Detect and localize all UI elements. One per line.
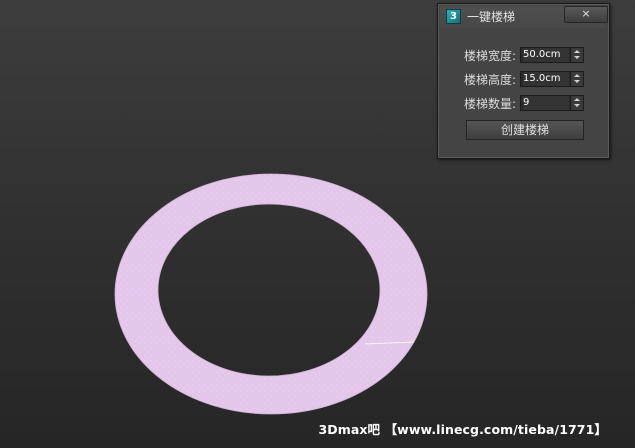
stair-height-input[interactable]: 15.0cm: [523, 72, 569, 86]
stair-height-arrows[interactable]: [570, 72, 583, 86]
app-icon: 3: [446, 9, 461, 24]
stair-width-spinner[interactable]: 50.0cm: [520, 47, 584, 63]
stair-count-arrows[interactable]: [570, 96, 583, 110]
stair-count-input[interactable]: 9: [523, 96, 569, 110]
close-button[interactable]: ×: [564, 6, 608, 23]
stair-width-input[interactable]: 50.0cm: [523, 48, 569, 62]
spinner-down-icon[interactable]: [574, 56, 580, 59]
stair-count-spinner[interactable]: 9: [520, 95, 584, 111]
create-stairs-button[interactable]: 创建楼梯: [466, 120, 584, 140]
stair-width-arrows[interactable]: [570, 48, 583, 62]
spinner-up-icon[interactable]: [574, 50, 580, 53]
stair-width-row: 楼梯宽度: 50.0cm: [438, 47, 611, 65]
spinner-down-icon[interactable]: [574, 104, 580, 107]
stair-height-row: 楼梯高度: 15.0cm: [438, 71, 611, 89]
spinner-up-icon[interactable]: [574, 74, 580, 77]
close-icon: ×: [581, 7, 591, 20]
ring-texture: [115, 174, 427, 414]
spinner-up-icon[interactable]: [574, 98, 580, 101]
dialog-title: 一键楼梯: [467, 10, 516, 24]
dialog-titlebar[interactable]: 3 一键楼梯 ×: [440, 6, 608, 28]
stair-height-label: 楼梯高度:: [464, 73, 517, 87]
stair-height-spinner[interactable]: 15.0cm: [520, 71, 584, 87]
spinner-down-icon[interactable]: [574, 80, 580, 83]
stair-count-row: 楼梯数量: 9: [438, 95, 611, 113]
stair-dialog: 3 一键楼梯 × 楼梯宽度: 50.0cm 楼梯高度: 15.0cm 楼梯数量:: [437, 3, 610, 159]
stair-count-label: 楼梯数量:: [464, 97, 517, 111]
stair-width-label: 楼梯宽度:: [464, 49, 517, 63]
watermark-text: 3Dmax吧 【www.linecg.com/tieba/1771】: [318, 422, 607, 437]
